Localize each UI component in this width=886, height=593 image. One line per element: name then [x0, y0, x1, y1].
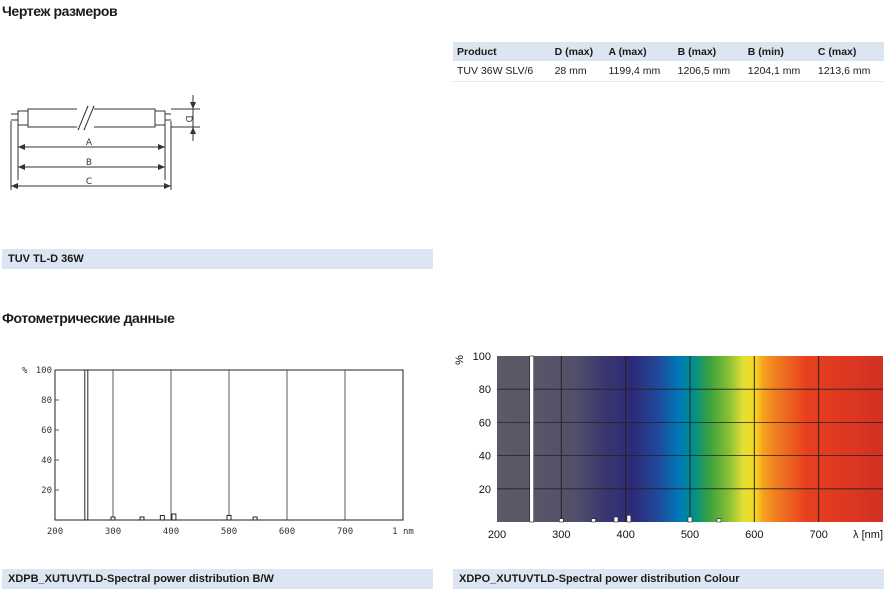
- table-cell: 1199,4 mm: [604, 61, 674, 82]
- chart-colour-x-axis-label: λ [nm]: [853, 529, 883, 541]
- dimension-label-b: B: [86, 158, 92, 168]
- chart-bw-x-tick-label: 400: [163, 527, 179, 537]
- photometric-section-title: Фотометрические данные: [2, 310, 175, 326]
- chart-bw-caption: XDPB_XUTUVTLD-Spectral power distributio…: [2, 569, 433, 589]
- dimension-caption: TUV TL-D 36W: [2, 249, 433, 269]
- chart-colour-bar: [559, 518, 564, 523]
- dimension-label-d: D: [183, 116, 193, 123]
- table-cell: 28 mm: [550, 61, 605, 82]
- chart-bw-x-tick-label: 700: [337, 527, 353, 537]
- dimension-label-c: C: [86, 177, 92, 187]
- table-header: B (max): [673, 42, 744, 61]
- chart-bw-bar: [84, 369, 89, 521]
- chart-colour-y-axis-label: %: [454, 355, 466, 365]
- table-header: B (min): [743, 42, 814, 61]
- chart-bw-y-tick-label: 60: [41, 426, 52, 436]
- chart-colour-y-tick-label: 20: [479, 484, 491, 496]
- chart-bw-y-axis-label: %: [22, 366, 28, 376]
- table-header: C (max): [813, 42, 884, 61]
- chart-colour-y-tick-label: 40: [479, 451, 491, 463]
- lamp-dimension-drawing: A B C D: [10, 95, 200, 190]
- chart-bw-x-tick-label: 200: [47, 527, 63, 537]
- chart-colour-bar: [626, 515, 632, 523]
- chart-bw-bar: [110, 516, 116, 521]
- chart-colour-bar: [613, 516, 619, 523]
- table-cell: 1213,6 mm: [813, 61, 884, 82]
- chart-colour-y-tick-label: 60: [479, 417, 491, 429]
- dimension-section-title: Чертеж размеров: [2, 3, 118, 19]
- chart-bw-bar: [252, 516, 258, 521]
- chart-bw-y-tick-label: 100: [36, 366, 52, 376]
- chart-colour-y-tick-label: 100: [473, 351, 491, 363]
- dimension-label-a: A: [86, 138, 93, 148]
- chart-bw-y-tick-label: 20: [41, 486, 52, 496]
- spec-table: Product D (max) A (max) B (max) B (min) …: [453, 42, 884, 82]
- chart-bw-x-tick-label: 500: [221, 527, 237, 537]
- chart-colour-x-tick-label: 300: [552, 529, 570, 541]
- table-header: A (max): [604, 42, 674, 61]
- chart-colour-bar: [716, 518, 722, 523]
- chart-colour-y-tick-label: 80: [479, 384, 491, 396]
- spectral-chart-bw: 200 300 400 500 600 700 1 nm 20 40 60 80 100%: [22, 366, 414, 537]
- chart-colour-bar: [687, 516, 693, 523]
- chart-colour-x-tick-label: 600: [745, 529, 763, 541]
- chart-bw-x-tick-label: 300: [105, 527, 121, 537]
- chart-bw-x-tick-label: 1 nm: [392, 527, 414, 537]
- chart-bw-x-tick-label: 600: [279, 527, 295, 537]
- chart-colour-x-tick-label: 500: [681, 529, 699, 541]
- chart-colour-bar: [529, 355, 535, 523]
- chart-bw-bar: [171, 513, 177, 521]
- chart-colour-caption: XDPO_XUTUVTLD-Spectral power distributio…: [453, 569, 884, 589]
- chart-bw-bar: [139, 516, 145, 521]
- table-header: D (max): [550, 42, 605, 61]
- chart-colour-bar: [591, 518, 596, 523]
- table-cell: 1204,1 mm: [743, 61, 814, 82]
- spec-table-header-row: Product D (max) A (max) B (max) B (min) …: [453, 42, 884, 61]
- chart-colour-x-tick-label: 200: [488, 529, 506, 541]
- chart-bw-y-tick-label: 80: [41, 396, 52, 406]
- chart-colour-x-tick-label: 400: [616, 529, 634, 541]
- table-cell: TUV 36W SLV/6: [453, 61, 551, 82]
- chart-bw-y-tick-label: 40: [41, 456, 52, 466]
- chart-colour-x-tick-label: 700: [809, 529, 827, 541]
- table-header: Product: [453, 42, 551, 61]
- spectral-chart-colour: 200 300 400 500 600 700 20 40 60 80 100% λ [nm]: [454, 351, 883, 541]
- table-cell: 1206,5 mm: [673, 61, 744, 82]
- table-row: TUV 36W SLV/6 28 mm 1199,4 mm 1206,5 mm …: [453, 61, 884, 82]
- chart-bw-bar: [226, 515, 232, 521]
- chart-bw-bar: [159, 515, 165, 521]
